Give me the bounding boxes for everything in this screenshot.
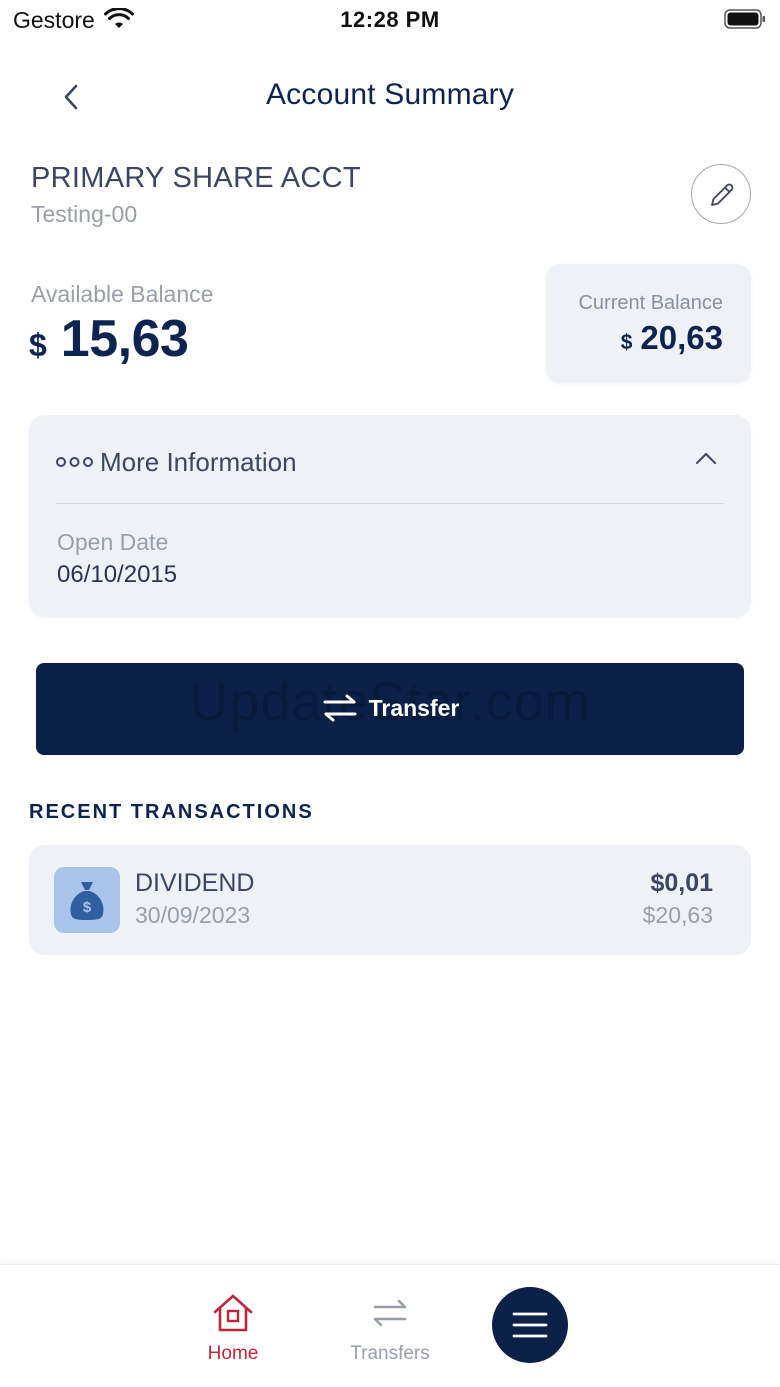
transaction-date: 30/09/2023 [135, 902, 251, 928]
more-information-title: More Information [100, 447, 297, 477]
transfers-icon [373, 1299, 407, 1327]
recent-transactions-title: RECENT TRANSACTIONS [29, 801, 314, 823]
transaction-row[interactable]: $ DIVIDEND 30/09/2023 $0,01 $20,63 [29, 845, 751, 955]
available-balance: $ 15,63 [29, 309, 189, 369]
hamburger-icon [512, 1312, 548, 1338]
current-currency: $ [620, 331, 633, 354]
pencil-icon [711, 183, 734, 206]
open-date-label: Open Date [57, 529, 169, 555]
available-amount: 15,63 [60, 310, 189, 368]
divider [56, 503, 724, 504]
chevron-up-icon [696, 453, 716, 464]
transfer-arrows-icon [323, 694, 357, 722]
menu-button[interactable] [492, 1287, 568, 1363]
transaction-balance: $20,63 [642, 902, 713, 928]
transfer-label: Transfer [368, 694, 460, 721]
svg-text:$: $ [83, 899, 92, 916]
status-time: 12:28 PM [340, 7, 440, 32]
open-date-value: 06/10/2015 [57, 561, 178, 588]
transaction-name: DIVIDEND [135, 869, 255, 897]
account-name: PRIMARY SHARE ACCT [31, 162, 361, 194]
nav-transfers-label: Transfers [350, 1343, 430, 1364]
transaction-amount: $0,01 [650, 869, 713, 897]
page-title: Account Summary [265, 78, 515, 111]
nav-transfers[interactable]: Transfers [344, 1289, 436, 1373]
home-icon [213, 1294, 253, 1332]
more-dots-icon [56, 457, 93, 467]
current-balance: $ 20,63 [621, 319, 723, 357]
account-subtitle: Testing-00 [31, 201, 138, 227]
current-amount: 20,63 [640, 319, 723, 356]
current-balance-card: Current Balance $ 20,63 [546, 264, 751, 383]
edit-account-button[interactable] [691, 164, 751, 224]
nav-home[interactable]: Home [193, 1289, 273, 1373]
money-bag-icon: $ [70, 882, 104, 920]
available-currency: $ [29, 327, 47, 363]
transaction-icon-tile: $ [54, 867, 120, 933]
battery-icon [724, 9, 765, 29]
transfer-button[interactable]: UpdateStar.com Transfer [36, 663, 744, 755]
available-balance-label: Available Balance [31, 281, 214, 307]
more-information-card: More Information Open Date 06/10/2015 [29, 415, 751, 617]
status-bar: Gestore 12:28 PM [0, 0, 780, 40]
more-information-toggle[interactable]: More Information [29, 415, 751, 505]
bottom-nav: Home Transfers [0, 1264, 780, 1387]
current-balance-label: Current Balance [578, 292, 723, 314]
nav-home-label: Home [207, 1343, 259, 1364]
